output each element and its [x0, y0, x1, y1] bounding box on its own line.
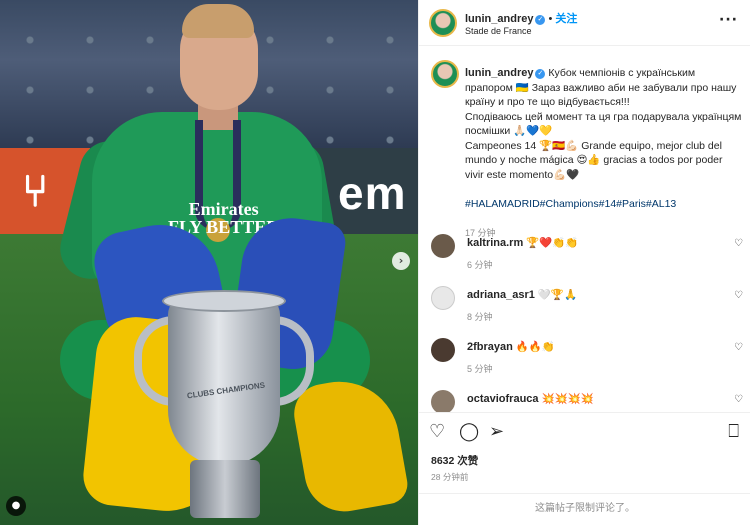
- comment-item: kaltrina.rm 🏆❤️👏👏 6 分钟 ♡: [431, 234, 747, 278]
- tagged-users-button[interactable]: ●: [6, 496, 26, 516]
- caption-username[interactable]: lunin_andrey: [465, 67, 533, 79]
- comment-username[interactable]: adriana_asr1: [467, 289, 535, 301]
- comment-time: 8 分钟: [467, 312, 493, 322]
- verified-badge-icon: ✓: [535, 15, 546, 25]
- heart-icon[interactable]: ♡: [429, 421, 445, 442]
- author-username[interactable]: lunin_andrey: [465, 13, 533, 25]
- comment-username[interactable]: 2fbrayan: [467, 341, 513, 353]
- avatar[interactable]: [429, 9, 457, 37]
- likes-count[interactable]: 8632 次赞: [431, 453, 478, 468]
- follow-button[interactable]: 关注: [555, 13, 577, 25]
- comment-avatar[interactable]: [431, 338, 455, 362]
- comment-text: 💥💥💥💥: [541, 393, 594, 405]
- comment-item: adriana_asr1 🤍🏆🙏 8 分钟 ♡: [431, 286, 747, 330]
- post-photo[interactable]: ⑂ em Emirates FLY BETTER CLUBS CHAMPIONS…: [0, 0, 418, 525]
- comment-like-icon[interactable]: ♡: [734, 342, 743, 353]
- location-link[interactable]: Stade de France: [465, 26, 532, 36]
- comment-icon[interactable]: ◯: [459, 421, 479, 442]
- comments-limited-notice: 这篇帖子限制评论了。: [419, 493, 750, 525]
- comment-item: octaviofrauca 💥💥💥💥 ♡: [431, 390, 747, 412]
- chevron-right-icon: ›: [398, 254, 404, 267]
- post-actions: ♡ ◯ ➢ ⎕ 8632 次赞 28 分钟前 这篇帖子限制评论了。: [419, 412, 750, 524]
- more-options-icon[interactable]: ···: [719, 12, 738, 28]
- caption-avatar[interactable]: [431, 60, 459, 88]
- comment-avatar[interactable]: [431, 390, 455, 412]
- caption-hashtags[interactable]: #HALAMADRID#Champions#14#Paris#AL13: [465, 198, 676, 210]
- comment-avatar[interactable]: [431, 234, 455, 258]
- fork-logo: ⑂: [22, 166, 49, 217]
- comment-avatar[interactable]: [431, 286, 455, 310]
- comment-time: 6 分钟: [467, 260, 493, 270]
- verified-badge-icon: ✓: [535, 69, 546, 79]
- share-icon[interactable]: ➢: [489, 421, 504, 442]
- comment-item: 2fbrayan 🔥🔥👏 5 分钟 ♡: [431, 338, 747, 382]
- banner-text: em: [338, 167, 407, 219]
- post-timestamp: 28 分钟前: [431, 472, 469, 482]
- bookmark-icon[interactable]: ⎕: [728, 421, 739, 442]
- comment-like-icon[interactable]: ♡: [734, 394, 743, 405]
- post-side-panel: lunin_andrey ✓ • 关注 Stade de France ··· lun…: [418, 0, 750, 525]
- comment-time: 5 分钟: [467, 364, 493, 374]
- comment-text: 🔥🔥👏: [515, 341, 556, 353]
- next-image-button[interactable]: ›: [392, 252, 410, 270]
- post-header: lunin_andrey ✓ • 关注 Stade de France ···: [419, 0, 750, 46]
- instagram-post: ⑂ em Emirates FLY BETTER CLUBS CHAMPIONS…: [0, 0, 750, 525]
- caption-body: Кубок чемпіонів с українським прапором 🇺…: [465, 67, 742, 181]
- person-tag-icon: ●: [11, 500, 21, 511]
- comment-text: 🤍🏆🙏: [537, 289, 578, 301]
- comment-username[interactable]: kaltrina.rm: [467, 237, 523, 249]
- comment-text: 🏆❤️👏👏: [526, 237, 579, 249]
- comment-like-icon[interactable]: ♡: [734, 238, 743, 249]
- comment-username[interactable]: octaviofrauca: [467, 393, 539, 405]
- comment-like-icon[interactable]: ♡: [734, 290, 743, 301]
